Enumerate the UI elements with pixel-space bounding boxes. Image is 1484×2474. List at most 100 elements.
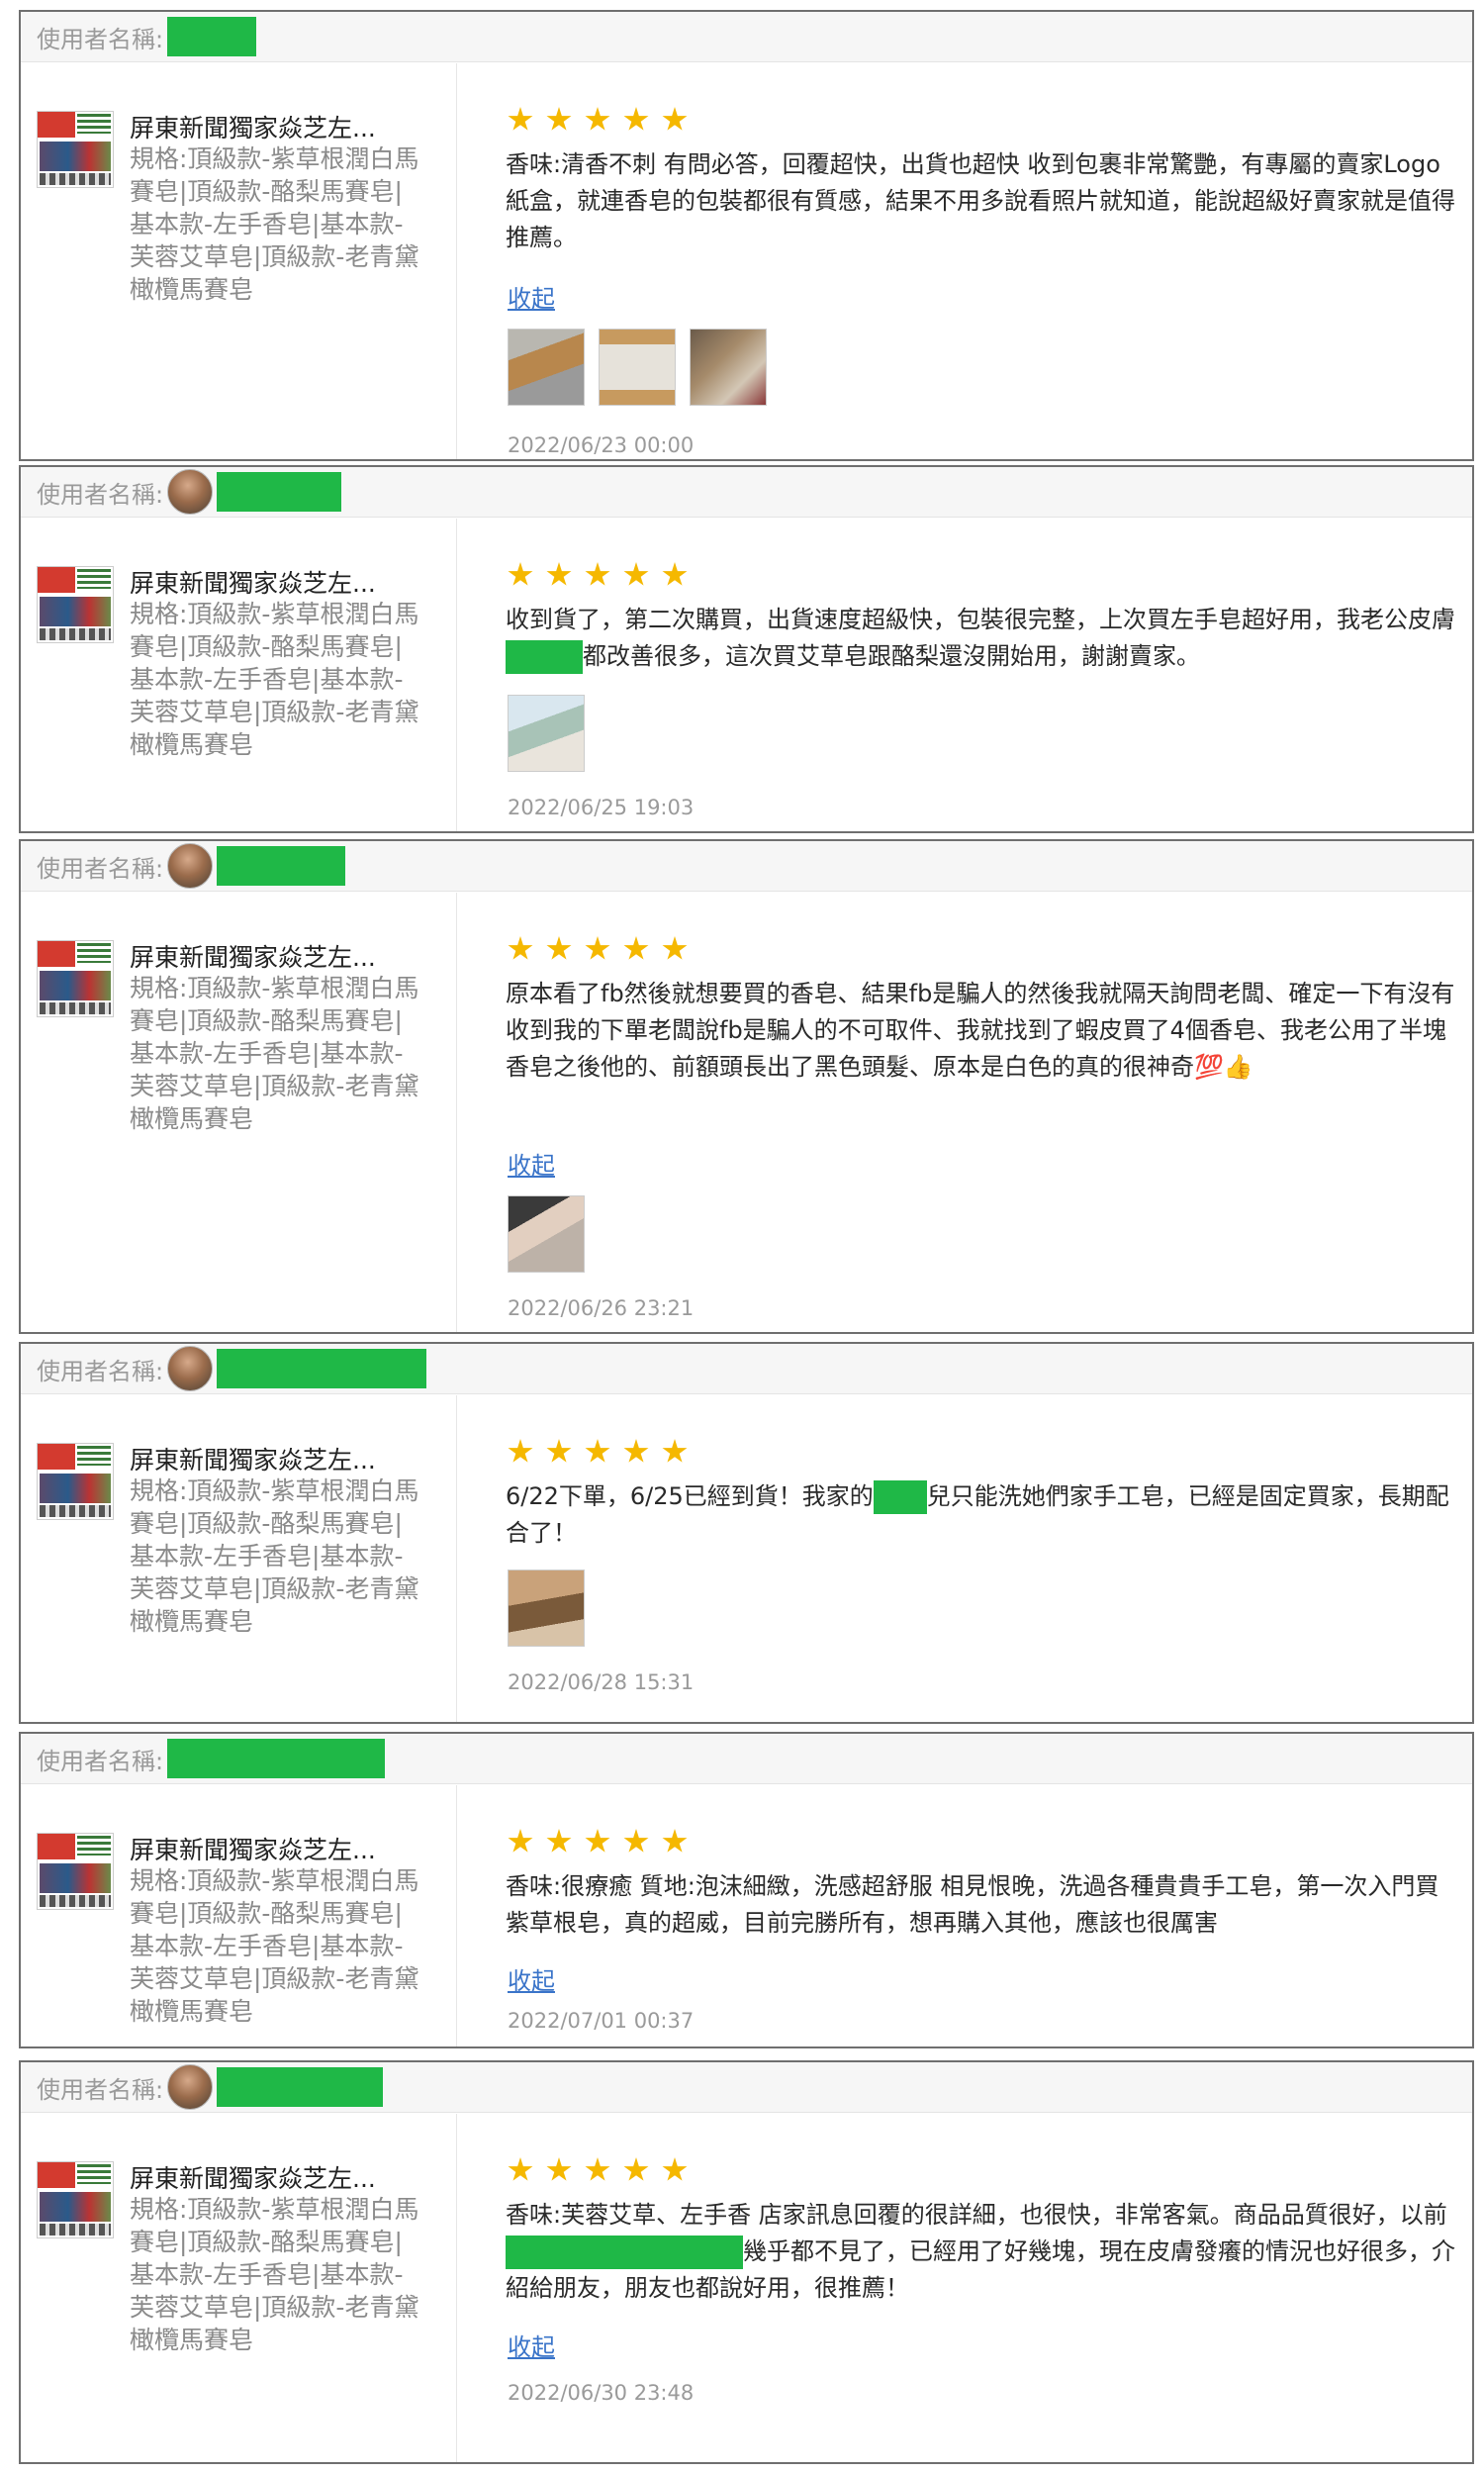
review-date: 2022/06/26 23:21 bbox=[508, 1296, 695, 1320]
review-photo[interactable] bbox=[508, 695, 585, 772]
product-name[interactable]: 屏東新聞獨家焱芝左... bbox=[130, 2159, 376, 2195]
review-photo[interactable] bbox=[508, 1570, 585, 1647]
review-card: 使用者名稱: 屏東新聞獨家焱芝左... 規格:頂級款-紫草根潤白馬賽皂|頂級款-… bbox=[19, 839, 1474, 1334]
star-icon bbox=[662, 2157, 688, 2181]
user-avatar bbox=[167, 1346, 214, 1391]
star-icon bbox=[508, 1829, 533, 1853]
star-icon bbox=[546, 1829, 572, 1853]
star-icon bbox=[662, 1439, 688, 1463]
user-avatar bbox=[167, 469, 214, 515]
rating-stars bbox=[508, 2157, 688, 2183]
product-thumbnail[interactable] bbox=[37, 940, 114, 1017]
star-icon bbox=[585, 2157, 610, 2181]
product-spec: 規格:頂級款-紫草根潤白馬賽皂|頂級款-酪梨馬賽皂|基本款-左手香皂|基本款-芙… bbox=[130, 974, 419, 1133]
product-thumbnail[interactable] bbox=[37, 1833, 114, 1910]
star-icon bbox=[546, 936, 572, 960]
username-label: 使用者名稱: bbox=[37, 25, 164, 53]
username-label: 使用者名稱: bbox=[37, 1747, 164, 1775]
review-photo[interactable] bbox=[508, 1195, 585, 1273]
review-card: 使用者名稱: 屏東新聞獨家焱芝左... 規格:頂級款-紫草根潤白馬賽皂|頂級款-… bbox=[19, 1342, 1474, 1724]
review-date: 2022/06/30 23:48 bbox=[508, 2381, 695, 2405]
collapse-link[interactable]: 收起 bbox=[508, 1146, 555, 1181]
product-name[interactable]: 屏東新聞獨家焱芝左... bbox=[130, 938, 376, 974]
review-card: 使用者名稱: 屏東新聞獨家焱芝左... 規格:頂級款-紫草根潤白馬賽皂|頂級款-… bbox=[19, 2060, 1474, 2464]
review-text: 香味:清香不刺 有問必答，回覆超快，出貨也超快 收到包裹非常驚艷，有專屬的賣家L… bbox=[506, 150, 1455, 251]
star-icon bbox=[546, 562, 572, 586]
star-icon bbox=[546, 2157, 572, 2181]
text-redacted bbox=[873, 1480, 927, 1514]
product-spec: 規格:頂級款-紫草根潤白馬賽皂|頂級款-酪梨馬賽皂|基本款-左手香皂|基本款-芙… bbox=[130, 600, 419, 759]
star-icon bbox=[585, 1439, 610, 1463]
rating-stars bbox=[508, 562, 688, 588]
product-info: 屏東新聞獨家焱芝左... 規格:頂級款-紫草根潤白馬賽皂|頂級款-酪梨馬賽皂|基… bbox=[21, 2114, 457, 2462]
review-photo[interactable] bbox=[508, 329, 585, 406]
star-icon bbox=[508, 2157, 533, 2181]
rating-stars bbox=[508, 1439, 688, 1465]
star-icon bbox=[546, 107, 572, 131]
username-redacted bbox=[167, 1739, 386, 1778]
review-text: 香味:很療癒 質地:泡沫細緻，洗感超舒服 相見恨晚，洗過各種貴貴手工皂，第一次入… bbox=[506, 1872, 1439, 1937]
review-header: 使用者名稱: bbox=[21, 2062, 1472, 2113]
star-icon bbox=[585, 936, 610, 960]
collapse-link[interactable]: 收起 bbox=[508, 1961, 555, 1996]
username-label: 使用者名稱: bbox=[37, 480, 164, 509]
rating-stars bbox=[508, 936, 688, 962]
product-spec: 規格:頂級款-紫草根潤白馬賽皂|頂級款-酪梨馬賽皂|基本款-左手香皂|基本款-芙… bbox=[130, 2195, 419, 2354]
review-text: 收到貨了，第二次購買，出貨速度超級快，包裝很完整，上次買左手皂超好用，我老公皮膚… bbox=[506, 602, 1455, 675]
username-redacted bbox=[217, 472, 342, 512]
review-date: 2022/06/28 15:31 bbox=[508, 1670, 695, 1694]
username-label: 使用者名稱: bbox=[37, 2075, 164, 2104]
product-name[interactable]: 屏東新聞獨家焱芝左... bbox=[130, 1441, 376, 1476]
star-icon bbox=[585, 1829, 610, 1853]
product-info: 屏東新聞獨家焱芝左... 規格:頂級款-紫草根潤白馬賽皂|頂級款-酪梨馬賽皂|基… bbox=[21, 1395, 457, 1722]
rating-stars bbox=[508, 107, 688, 133]
product-thumbnail[interactable] bbox=[37, 111, 114, 188]
review-text: 原本看了fb然後就想要買的香皂、結果fb是騙人的然後我就隔天詢問老闆、確定一下有… bbox=[506, 980, 1455, 1081]
star-icon bbox=[662, 1829, 688, 1853]
product-spec: 規格:頂級款-紫草根潤白馬賽皂|頂級款-酪梨馬賽皂|基本款-左手香皂|基本款-芙… bbox=[130, 1866, 419, 2026]
star-icon bbox=[623, 1439, 649, 1463]
username-redacted bbox=[167, 17, 257, 56]
star-icon bbox=[585, 562, 610, 586]
product-spec: 規格:頂級款-紫草根潤白馬賽皂|頂級款-酪梨馬賽皂|基本款-左手香皂|基本款-芙… bbox=[130, 144, 419, 304]
star-icon bbox=[508, 1439, 533, 1463]
collapse-link[interactable]: 收起 bbox=[508, 2328, 555, 2362]
product-name[interactable]: 屏東新聞獨家焱芝左... bbox=[130, 1831, 376, 1866]
star-icon bbox=[623, 2157, 649, 2181]
review-photo[interactable] bbox=[599, 329, 676, 406]
product-thumbnail[interactable] bbox=[37, 566, 114, 643]
star-icon bbox=[662, 562, 688, 586]
star-icon bbox=[546, 1439, 572, 1463]
product-thumbnail[interactable] bbox=[37, 1443, 114, 1520]
product-name[interactable]: 屏東新聞獨家焱芝左... bbox=[130, 564, 376, 600]
star-icon bbox=[623, 936, 649, 960]
username-redacted bbox=[217, 2067, 384, 2107]
star-icon bbox=[508, 562, 533, 586]
collapse-link[interactable]: 收起 bbox=[508, 279, 555, 314]
product-thumbnail[interactable] bbox=[37, 2161, 114, 2238]
review-photo[interactable] bbox=[690, 329, 767, 406]
review-header: 使用者名稱: bbox=[21, 1734, 1472, 1784]
username-label: 使用者名稱: bbox=[37, 1357, 164, 1385]
product-spec: 規格:頂級款-紫草根潤白馬賽皂|頂級款-酪梨馬賽皂|基本款-左手香皂|基本款-芙… bbox=[130, 1476, 419, 1636]
username-redacted bbox=[217, 1349, 427, 1388]
review-header: 使用者名稱: bbox=[21, 1344, 1472, 1394]
text-redacted bbox=[506, 640, 583, 674]
star-icon bbox=[623, 107, 649, 131]
star-icon bbox=[623, 1829, 649, 1853]
text-redacted bbox=[506, 2236, 743, 2269]
username-label: 使用者名稱: bbox=[37, 854, 164, 883]
review-card: 使用者名稱: 屏東新聞獨家焱芝左... 規格:頂級款-紫草根潤白馬賽皂|頂級款-… bbox=[19, 1732, 1474, 2048]
product-info: 屏東新聞獨家焱芝左... 規格:頂級款-紫草根潤白馬賽皂|頂級款-酪梨馬賽皂|基… bbox=[21, 63, 457, 459]
product-info: 屏東新聞獨家焱芝左... 規格:頂級款-紫草根潤白馬賽皂|頂級款-酪梨馬賽皂|基… bbox=[21, 1785, 457, 2046]
star-icon bbox=[508, 107, 533, 131]
star-icon bbox=[508, 936, 533, 960]
review-card: 使用者名稱: 屏東新聞獨家焱芝左... 規格:頂級款-紫草根潤白馬賽皂|頂級款-… bbox=[19, 465, 1474, 833]
review-card: 使用者名稱: 屏東新聞獨家焱芝左... 規格:頂級款-紫草根潤白馬賽皂|頂級款-… bbox=[19, 10, 1474, 461]
product-info: 屏東新聞獨家焱芝左... 規格:頂級款-紫草根潤白馬賽皂|頂級款-酪梨馬賽皂|基… bbox=[21, 893, 457, 1332]
user-avatar bbox=[167, 2064, 214, 2110]
review-text: 6/22下單，6/25已經到貨！我家的 兒只能洗她們家手工皂，已經是固定買家，長期… bbox=[506, 1480, 1449, 1547]
product-name[interactable]: 屏東新聞獨家焱芝左... bbox=[130, 109, 376, 144]
review-date: 2022/06/23 00:00 bbox=[508, 433, 695, 457]
star-icon bbox=[662, 936, 688, 960]
